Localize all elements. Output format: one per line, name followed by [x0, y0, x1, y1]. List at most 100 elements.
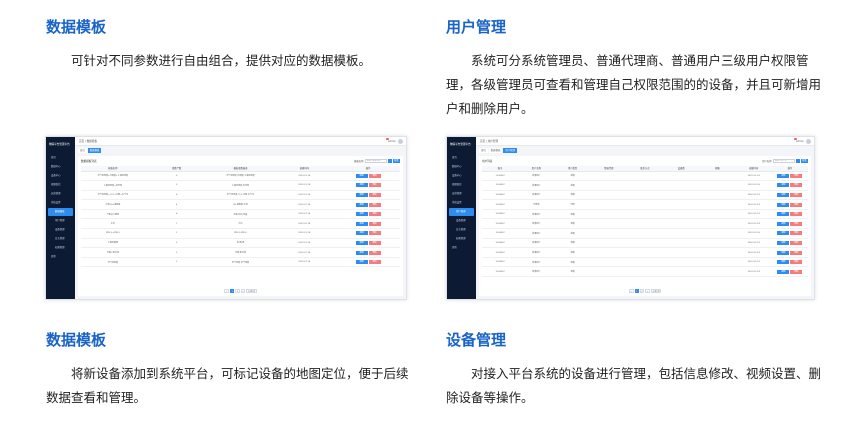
sidebar-item[interactable]: 用户管理	[449, 208, 474, 216]
edit-button[interactable]: 编辑	[777, 183, 790, 188]
sidebar-item[interactable]: 系统设置	[48, 199, 73, 207]
sidebar-item[interactable]: 其他	[48, 253, 73, 261]
edit-button[interactable]: 编辑	[777, 231, 790, 236]
delete-button[interactable]: 删除	[368, 212, 381, 217]
sidebar-item[interactable]: 日志管理	[48, 235, 73, 243]
search-button[interactable]	[795, 158, 800, 163]
delete-button[interactable]: 删除	[368, 231, 381, 236]
edit-button[interactable]: 编辑	[777, 240, 790, 245]
table-row: 1234567 普通用户 普通 2022-01-14 编辑 删除	[482, 266, 808, 278]
user-name[interactable]: admin	[388, 137, 396, 146]
edit-button[interactable]: 编辑	[777, 202, 790, 207]
sidebar-item[interactable]: 首页	[449, 154, 474, 162]
delete-button[interactable]: 删除	[368, 183, 381, 188]
table-cell: 普通用户	[518, 247, 555, 258]
page-tab[interactable]: 首页	[78, 147, 87, 153]
delete-button[interactable]: 删除	[368, 202, 381, 207]
delete-button[interactable]: 删除	[368, 250, 381, 255]
sidebar-item[interactable]: 运营管理	[449, 190, 474, 198]
avatar[interactable]	[398, 139, 403, 144]
sidebar-item[interactable]: 日志管理	[449, 226, 474, 234]
page-tab[interactable]: 用户管理	[503, 147, 517, 153]
edit-button[interactable]: 编辑	[777, 260, 790, 265]
edit-button[interactable]: 编辑	[777, 192, 790, 197]
pager-item[interactable]: 1	[230, 288, 235, 293]
add-button[interactable]: 新增	[392, 158, 400, 163]
search-row: 用户名称 请输入用户名 新增	[762, 158, 808, 163]
pager-item[interactable]: 2	[639, 288, 645, 293]
table-cell	[699, 199, 736, 210]
edit-button[interactable]: 编辑	[355, 212, 368, 217]
delete-button[interactable]: 删除	[790, 269, 803, 274]
section-text-data-template-1: 可针对不同参数进行自由组合，提供对应的数据模板。	[71, 53, 372, 68]
sidebar-item[interactable]: 运营管理	[48, 190, 73, 198]
sidebar-item[interactable]: 用户管理	[48, 217, 73, 225]
delete-button[interactable]: 删除	[790, 192, 803, 197]
delete-button[interactable]: 删除	[368, 173, 381, 178]
edit-button[interactable]: 编辑	[355, 260, 368, 265]
sidebar-item[interactable]: 数据模板	[48, 208, 73, 216]
sidebar-item[interactable]: 数据中心	[48, 163, 73, 171]
sidebar-item[interactable]: 首页	[48, 154, 73, 162]
delete-button[interactable]: 删除	[790, 240, 803, 245]
delete-button[interactable]: 删除	[790, 260, 803, 265]
edit-button[interactable]: 编辑	[355, 250, 368, 255]
table-cell: 2	[144, 247, 209, 258]
pager-item[interactable]: 10条/页	[650, 288, 662, 293]
avatar[interactable]	[806, 139, 811, 144]
page-tab[interactable]: 数据模板	[87, 147, 102, 153]
pager-item[interactable]: 10条/页	[246, 288, 257, 293]
sidebar-item[interactable]: 其他	[449, 244, 474, 252]
pager-item[interactable]: <	[628, 288, 634, 293]
pager-item[interactable]: >	[240, 288, 246, 293]
table-cell: 1234567	[482, 257, 519, 268]
delete-button[interactable]: 删除	[790, 231, 803, 236]
search-input[interactable]: 请输入模板名称	[364, 158, 387, 163]
page-tab[interactable]: 数据模板	[488, 147, 503, 153]
edit-button[interactable]: 编辑	[777, 269, 790, 274]
sidebar-item[interactable]: 系统设置	[449, 199, 474, 207]
panel-title: 用户列表	[482, 160, 493, 163]
edit-button[interactable]: 编辑	[777, 212, 790, 217]
delete-button[interactable]: 删除	[368, 240, 381, 245]
edit-button[interactable]: 编辑	[355, 173, 368, 178]
delete-button[interactable]: 删除	[790, 202, 803, 207]
sidebar-item[interactable]: 设备管理	[449, 217, 474, 225]
sidebar-item[interactable]: 设备管理	[48, 226, 73, 234]
search-button[interactable]	[387, 158, 392, 163]
sidebar-item[interactable]: 视频监控	[48, 181, 73, 189]
delete-button[interactable]: 删除	[790, 212, 803, 217]
sidebar-item[interactable]: 数据中心	[449, 163, 474, 171]
delete-button[interactable]: 删除	[368, 221, 381, 226]
delete-button[interactable]: 删除	[368, 192, 381, 197]
pager-item[interactable]: 2	[235, 288, 240, 293]
edit-button[interactable]: 编辑	[355, 183, 368, 188]
edit-button[interactable]: 编辑	[355, 221, 368, 226]
delete-button[interactable]: 删除	[790, 221, 803, 226]
delete-button[interactable]: 删除	[790, 250, 803, 255]
delete-button[interactable]: 删除	[790, 173, 803, 178]
edit-button[interactable]: 编辑	[355, 192, 368, 197]
edit-button[interactable]: 编辑	[777, 250, 790, 255]
edit-button[interactable]: 编辑	[355, 231, 368, 236]
sidebar-item[interactable]: 权限管理	[449, 235, 474, 243]
pager-item[interactable]: <	[224, 288, 230, 293]
data-table: 模板名称 参数个数 模板参数描述 创建时间 操作 空气温湿度+光照度+土壤温湿度 5 空气温…	[81, 166, 400, 268]
page-tab[interactable]: 首页	[479, 147, 488, 153]
edit-button[interactable]: 编辑	[355, 202, 368, 207]
sidebar-item[interactable]: 设备中心	[48, 172, 73, 180]
add-button[interactable]: 新增	[800, 158, 808, 163]
pager-item[interactable]: 1	[634, 288, 639, 293]
user-name[interactable]: admin	[796, 137, 804, 146]
search-input[interactable]: 请输入用户名	[772, 158, 795, 163]
edit-button[interactable]: 编辑	[355, 240, 368, 245]
edit-button[interactable]: 编辑	[777, 173, 790, 178]
edit-button[interactable]: 编辑	[777, 221, 790, 226]
delete-button[interactable]: 删除	[368, 260, 381, 265]
table-cell: 2022-01-14	[272, 228, 337, 239]
delete-button[interactable]: 删除	[790, 183, 803, 188]
sidebar-item[interactable]: 权限管理	[48, 244, 73, 252]
sidebar-item[interactable]: 视频监控	[449, 181, 474, 189]
pager-item[interactable]: >	[645, 288, 650, 293]
sidebar-item[interactable]: 设备中心	[449, 172, 474, 180]
